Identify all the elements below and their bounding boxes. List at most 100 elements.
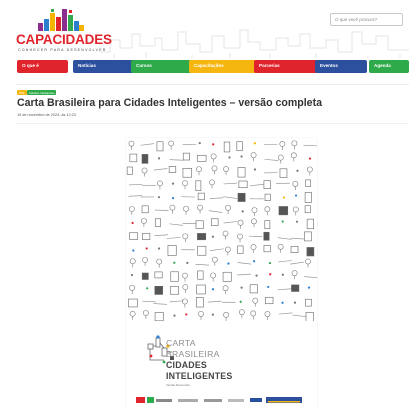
building-doodle <box>169 286 179 295</box>
figure-doodle <box>252 260 256 263</box>
logo-mark <box>38 9 84 31</box>
tree-doodle <box>169 204 176 214</box>
building-doodle <box>126 166 133 175</box>
road-doodle <box>292 314 307 318</box>
building-doodle <box>278 206 289 216</box>
figure-doodle <box>171 197 175 200</box>
tree-doodle <box>291 140 298 150</box>
figure-doodle <box>211 288 215 291</box>
tree-doodle <box>181 298 188 308</box>
figure-doodle <box>211 313 214 316</box>
figure-doodle <box>211 235 214 238</box>
tree-doodle <box>291 270 298 280</box>
figure-doodle <box>145 247 148 250</box>
tree-doodle <box>250 244 257 254</box>
building-doodle <box>154 286 163 295</box>
road-doodle <box>128 195 143 197</box>
cover-edition: Versão Resumida <box>166 383 190 387</box>
figure-doodle <box>198 142 201 145</box>
building-doodle <box>249 284 258 294</box>
figure-doodle <box>131 221 134 225</box>
tree-doodle <box>306 166 313 176</box>
tree-doodle <box>238 309 245 319</box>
tree-doodle <box>183 205 189 215</box>
building-doodle <box>211 218 219 226</box>
tree-doodle <box>141 167 148 177</box>
nav-item-capacitacoes[interactable]: Capacitações <box>189 60 262 73</box>
tree-doodle <box>210 272 217 282</box>
road-doodle <box>140 143 155 146</box>
tree-doodle <box>129 284 136 294</box>
building-doodle <box>237 245 244 254</box>
building-doodle <box>195 180 202 191</box>
road-doodle <box>169 300 184 303</box>
figure-doodle <box>239 300 242 303</box>
tree-doodle <box>129 258 136 268</box>
cover-title-line-3: CIDADES <box>166 360 207 370</box>
building-doodle <box>306 218 314 230</box>
building-doodle <box>129 232 139 240</box>
nav-item-agenda[interactable]: Agenda <box>369 60 409 73</box>
building-doodle <box>264 296 274 305</box>
building-doodle <box>197 192 205 201</box>
tree-doodle <box>211 165 218 175</box>
tree-doodle <box>182 284 189 294</box>
cover-title-line-4: INTELIGENTES <box>166 371 233 381</box>
figure-doodle <box>130 273 134 277</box>
tag-pdf[interactable]: PDF <box>17 90 27 95</box>
skyline-decoration <box>100 29 409 58</box>
figure-doodle <box>281 301 284 304</box>
partner-logos-strip <box>136 397 302 403</box>
road-doodle <box>210 248 224 251</box>
figure-doodle <box>281 273 284 276</box>
tree-doodle <box>250 310 257 320</box>
road-doodle <box>223 221 238 224</box>
nav-item-parcerias[interactable]: Parcerias <box>254 60 324 73</box>
tree-doodle <box>198 311 204 320</box>
search-input[interactable] <box>330 13 403 26</box>
building-doodle <box>290 246 299 253</box>
figure-doodle <box>157 157 161 160</box>
tree-doodle <box>223 311 229 321</box>
building-doodle <box>141 154 149 164</box>
tree-doodle <box>196 166 202 176</box>
partner-logo <box>204 399 222 402</box>
cover-title-line-2: BRASILEIRA <box>166 349 220 359</box>
building-doodle <box>222 271 232 282</box>
building-doodle <box>305 312 314 321</box>
figure-doodle <box>173 261 176 264</box>
document-cover-image[interactable]: CARTA BRASILEIRA CIDADES INTELIGENTES Ve… <box>126 138 317 408</box>
tree-doodle <box>279 141 286 150</box>
nav-item-o-que-e[interactable]: O que é <box>17 60 68 73</box>
tag-cidades-inteligentes[interactable]: Cidades Inteligentes <box>27 90 57 95</box>
tree-doodle <box>305 258 311 268</box>
tree-doodle <box>157 180 163 190</box>
tree-doodle <box>197 204 203 214</box>
building-doodle <box>154 218 161 227</box>
site-logo[interactable]: CAPACIDADES CONHECER PARA DESENVOLVER <box>16 9 116 53</box>
figure-doodle <box>228 156 231 159</box>
building-doodle <box>129 153 138 163</box>
road-doodle <box>277 288 292 291</box>
road-doodle <box>278 312 293 315</box>
main-navigation: O que é Notícias Cursos Capacitações Par… <box>17 60 409 73</box>
nav-item-eventos[interactable]: Eventos <box>315 60 367 73</box>
partner-logo <box>228 399 244 402</box>
nav-item-noticias[interactable]: Notícias <box>73 60 140 73</box>
building-doodle <box>196 154 207 162</box>
building-doodle <box>141 205 149 214</box>
building-doodle <box>195 220 204 229</box>
building-doodle <box>182 168 192 178</box>
figure-doodle <box>294 194 298 197</box>
tree-doodle <box>292 206 299 216</box>
road-doodle <box>154 209 169 211</box>
road-doodle <box>195 263 210 266</box>
tree-doodle <box>168 140 175 150</box>
road-doodle <box>208 210 223 213</box>
figure-doodle <box>307 286 311 289</box>
city-illustration <box>126 140 317 321</box>
site-header: CAPACIDADES CONHECER PARA DESENVOLVER <box>0 0 409 58</box>
figure-doodle <box>253 142 256 145</box>
figure-doodle <box>212 143 215 146</box>
building-doodle <box>304 231 312 242</box>
